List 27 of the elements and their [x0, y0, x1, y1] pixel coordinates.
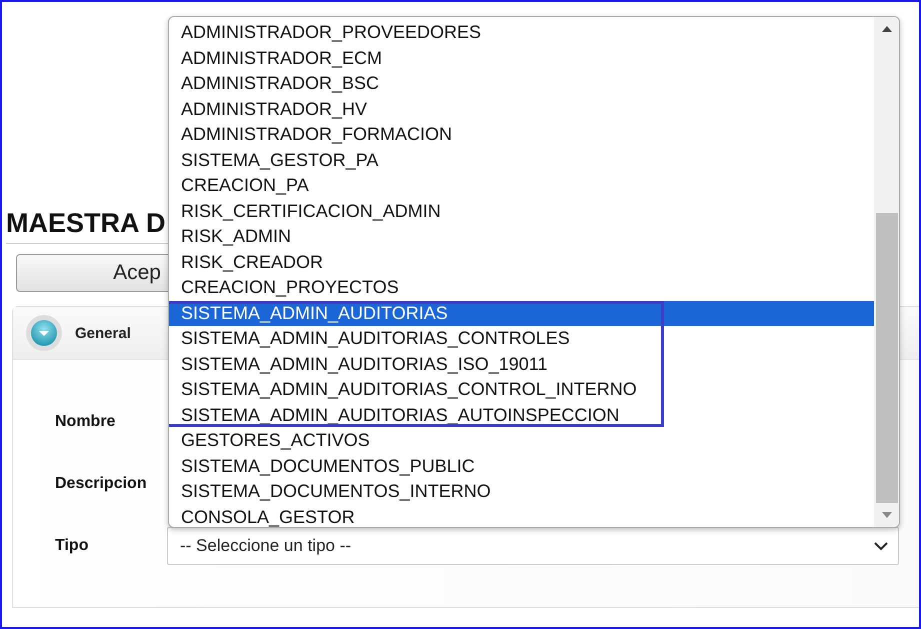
collapse-icon[interactable] [25, 314, 63, 352]
dropdown-option[interactable]: SISTEMA_ADMIN_AUDITORIAS_ISO_19011 [169, 352, 874, 377]
scrollbar[interactable] [874, 17, 899, 527]
scroll-up-icon[interactable] [880, 25, 892, 33]
dropdown-option[interactable]: GESTORES_ACTIVOS [169, 428, 874, 454]
dropdown-option[interactable]: SISTEMA_ADMIN_AUDITORIAS [169, 300, 874, 326]
scroll-thumb[interactable] [876, 213, 898, 503]
field-label: Descripcion [55, 475, 148, 493]
field-label: Tipo [55, 537, 90, 555]
dropdown-option[interactable]: SISTEMA_GESTOR_PA [169, 148, 874, 173]
dropdown-option[interactable]: SISTEMA_ADMIN_AUDITORIAS_CONTROL_INTERNO [169, 377, 874, 402]
dropdown-option[interactable]: ADMINISTRADOR_HV [169, 96, 874, 122]
type-select[interactable]: -- Seleccione un tipo -- [167, 527, 899, 565]
dropdown-option[interactable]: ADMINISTRADOR_ECM [169, 46, 874, 71]
dropdown-option[interactable]: SISTEMA_ADMIN_AUDITORIAS_CONTROLES [169, 326, 874, 352]
dropdown-option[interactable]: SISTEMA_ADMIN_AUDITORIAS_AUTOINSPECCION [169, 402, 874, 428]
dropdown-option[interactable]: CONSOLA_GESTOR [169, 504, 874, 527]
dropdown-option[interactable]: SISTEMA_DOCUMENTOS_INTERNO [169, 479, 874, 504]
chevron-icon [874, 541, 888, 551]
dropdown-option[interactable]: ADMINISTRADOR_BSC [169, 71, 874, 96]
dropdown-option[interactable]: SISTEMA_DOCUMENTOS_PUBLIC [169, 454, 874, 479]
scroll-down-icon[interactable] [880, 511, 892, 519]
dropdown-option[interactable]: ADMINISTRADOR_FORMACION [169, 122, 874, 148]
dropdown-option[interactable]: ADMINISTRADOR_PROVEEDORES [169, 20, 874, 46]
dropdown-option[interactable]: CREACION_PA [169, 173, 874, 198]
field-label: Nombre [55, 413, 116, 431]
panel-title: General [75, 324, 131, 342]
